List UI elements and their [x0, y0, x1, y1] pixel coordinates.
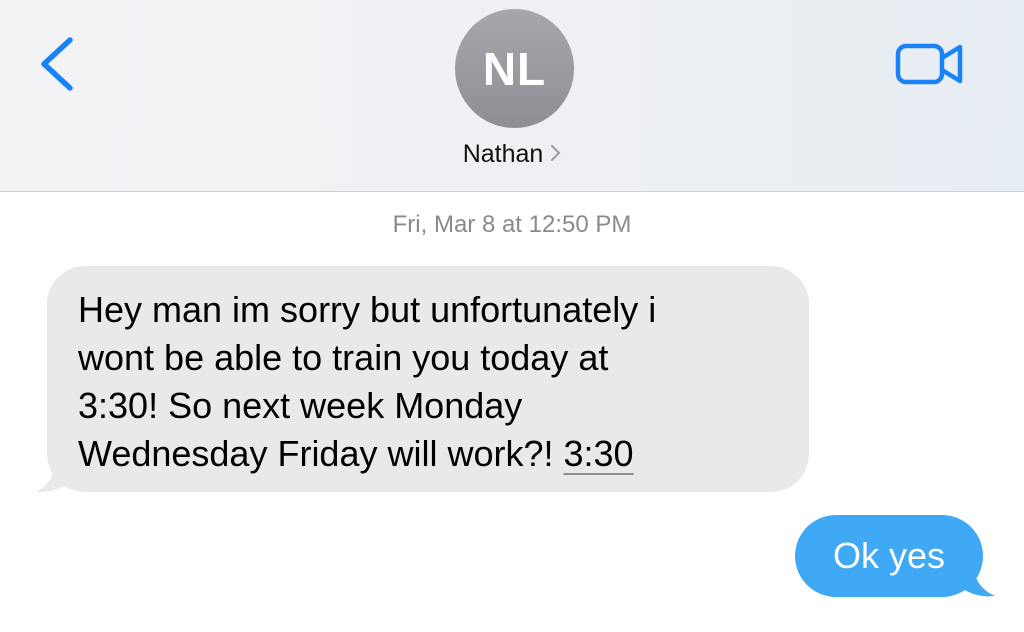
conversation-header: NL Nathan	[0, 0, 1024, 192]
incoming-message-bubble[interactable]: Hey man im sorry but unfortunately i won…	[47, 266, 809, 492]
video-camera-icon	[895, 43, 963, 85]
messages-screen: NL Nathan Fri, Mar 8 at 12:50 PM Hey man…	[0, 0, 1024, 632]
chevron-right-icon	[549, 143, 561, 168]
incoming-message-text: Hey man im sorry but unfortunately i won…	[78, 286, 779, 478]
message-timestamp: Fri, Mar 8 at 12:50 PM	[392, 211, 632, 238]
contact-avatar[interactable]: NL	[455, 9, 574, 128]
contact-name: Nathan	[462, 140, 544, 168]
avatar-initials: NL	[482, 42, 547, 95]
outgoing-message-text: Ok yes	[832, 535, 946, 576]
outgoing-message-bubble[interactable]: Ok yes	[795, 515, 983, 597]
back-button[interactable]	[30, 28, 86, 98]
chevron-left-icon	[41, 37, 73, 91]
facetime-video-button[interactable]	[890, 36, 970, 96]
contact-name-button[interactable]: Nathan	[0, 140, 1024, 169]
detected-time-link[interactable]: 3:30	[564, 433, 634, 474]
